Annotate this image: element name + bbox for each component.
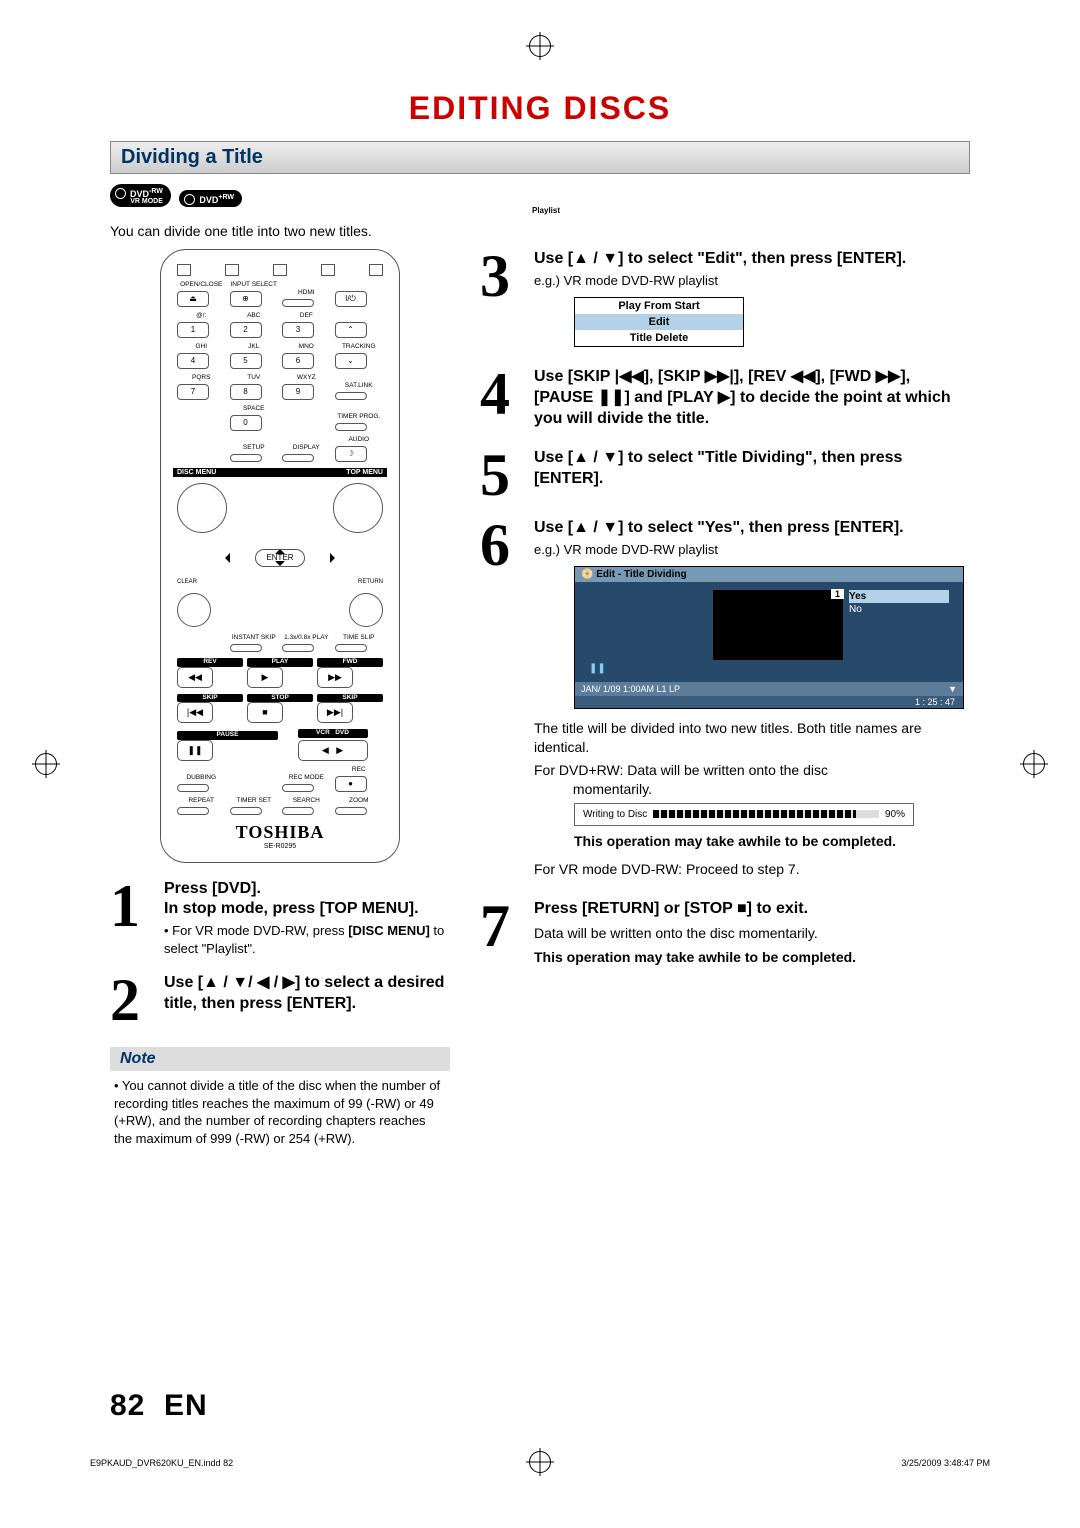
step-text: For VR mode DVD-RW: Proceed to step 7. — [534, 860, 970, 879]
dvd-plusrw-badge: DVD+RW — [179, 190, 242, 207]
step-text: For DVD+RW: Data will be written onto th… — [534, 761, 970, 799]
step-number: 5 — [480, 448, 524, 502]
progress-percent: 90% — [885, 809, 905, 820]
dvd-rw-badge: DVD-RWVR MODE — [110, 184, 171, 207]
reg-mark-icon — [1023, 753, 1045, 775]
step-instruction: Use [▲ / ▼/ ◀ / ▶] to select a desired t… — [164, 973, 450, 1015]
pause-icon: ❚❚ — [589, 663, 606, 674]
step-number: 7 — [480, 899, 524, 953]
step-instruction: Use [▲ / ▼] to select "Yes", then press … — [534, 518, 970, 539]
remote-illustration: OPEN/CLOSE⏏ INPUT SELECT⊕ HDMI I/⏻ @/:1 … — [160, 249, 400, 863]
step-instruction: Press [RETURN] or [STOP ■] to exit. — [534, 899, 970, 920]
step-number: 3 — [480, 249, 524, 303]
step-number: 1 — [110, 879, 154, 933]
progress-label: Writing to Disc — [583, 809, 647, 820]
ss-thumbnail: 1 — [713, 590, 843, 660]
step-instruction: Use [SKIP |◀◀], [SKIP ▶▶|], [REV ◀◀], [F… — [534, 367, 970, 429]
reg-mark-icon — [35, 753, 57, 775]
screenshot-edit-dialog: 📀 Edit - Title Dividing 1 Yes No ❚❚ JAN/… — [574, 566, 964, 709]
footer-datetime: 3/25/2009 3:48:47 PM — [901, 1458, 990, 1468]
model-label: SE-R0295 — [177, 843, 383, 850]
step-number: 4 — [480, 367, 524, 421]
step-text: Data will be written onto the disc momen… — [534, 924, 970, 943]
popup-menu: Play From Start Edit Title Delete — [574, 297, 744, 347]
brand-label: TOSHIBA — [177, 823, 383, 841]
step-5: 5 Use [▲ / ▼] to select "Title Dividing"… — [480, 448, 970, 502]
step-6: 6 Use [▲ / ▼] to select "Yes", then pres… — [480, 518, 970, 883]
step-instruction: Use [▲ / ▼] to select "Edit", then press… — [534, 249, 970, 270]
ss-option-yes: Yes — [849, 590, 949, 603]
playlist-label: Playlist — [122, 206, 970, 215]
step-eg: e.g.) VR mode DVD-RW playlist — [534, 541, 970, 559]
footer-filename: E9PKAUD_DVR620KU_EN.indd 82 — [90, 1458, 233, 1468]
warning-text: This operation may take awhile to be com… — [574, 832, 970, 850]
warning-text: This operation may take awhile to be com… — [534, 948, 970, 966]
reg-mark-icon — [529, 1451, 551, 1473]
page-number: 82 EN — [110, 1389, 208, 1423]
step-eg: e.g.) VR mode DVD-RW playlist — [534, 272, 970, 290]
menu-item: Title Delete — [575, 330, 743, 346]
step-1: 1 Press [DVD].In stop mode, press [TOP M… — [110, 879, 450, 958]
step-text: The title will be divided into two new t… — [534, 719, 970, 757]
disc-badges: DVD-RWVR MODE DVD+RW Playlist — [110, 184, 970, 215]
page-title: EDITING DISCS — [110, 90, 970, 127]
step-7: 7 Press [RETURN] or [STOP ■] to exit. Da… — [480, 899, 970, 969]
step-4: 4 Use [SKIP |◀◀], [SKIP ▶▶|], [REV ◀◀], … — [480, 367, 970, 431]
ss-title: 📀 Edit - Title Dividing — [581, 569, 687, 580]
step-2: 2 Use [▲ / ▼/ ◀ / ▶] to select a desired… — [110, 973, 450, 1027]
step-instruction: Use [▲ / ▼] to select "Title Dividing", … — [534, 448, 970, 490]
ss-timestamp: JAN/ 1/09 1:00AM L1 LP — [581, 684, 680, 694]
progress-bar: Writing to Disc 90% — [574, 803, 914, 826]
reg-mark-icon — [529, 35, 551, 57]
step-instruction: Press [DVD].In stop mode, press [TOP MEN… — [164, 879, 450, 921]
note-heading: Note — [110, 1047, 450, 1071]
ss-option-no: No — [849, 603, 949, 616]
section-heading: Dividing a Title — [110, 141, 970, 174]
step-3: 3 Use [▲ / ▼] to select "Edit", then pre… — [480, 249, 970, 351]
note-body: • You cannot divide a title of the disc … — [110, 1071, 450, 1153]
step-number: 2 — [110, 973, 154, 1027]
ss-time: 1 : 25 : 47 — [575, 696, 963, 708]
intro-text: You can divide one title into two new ti… — [110, 223, 970, 239]
menu-item-selected: Edit — [575, 314, 743, 330]
step-sub: • For VR mode DVD-RW, press [DISC MENU] … — [164, 922, 450, 957]
step-number: 6 — [480, 518, 524, 572]
menu-item: Play From Start — [575, 298, 743, 314]
